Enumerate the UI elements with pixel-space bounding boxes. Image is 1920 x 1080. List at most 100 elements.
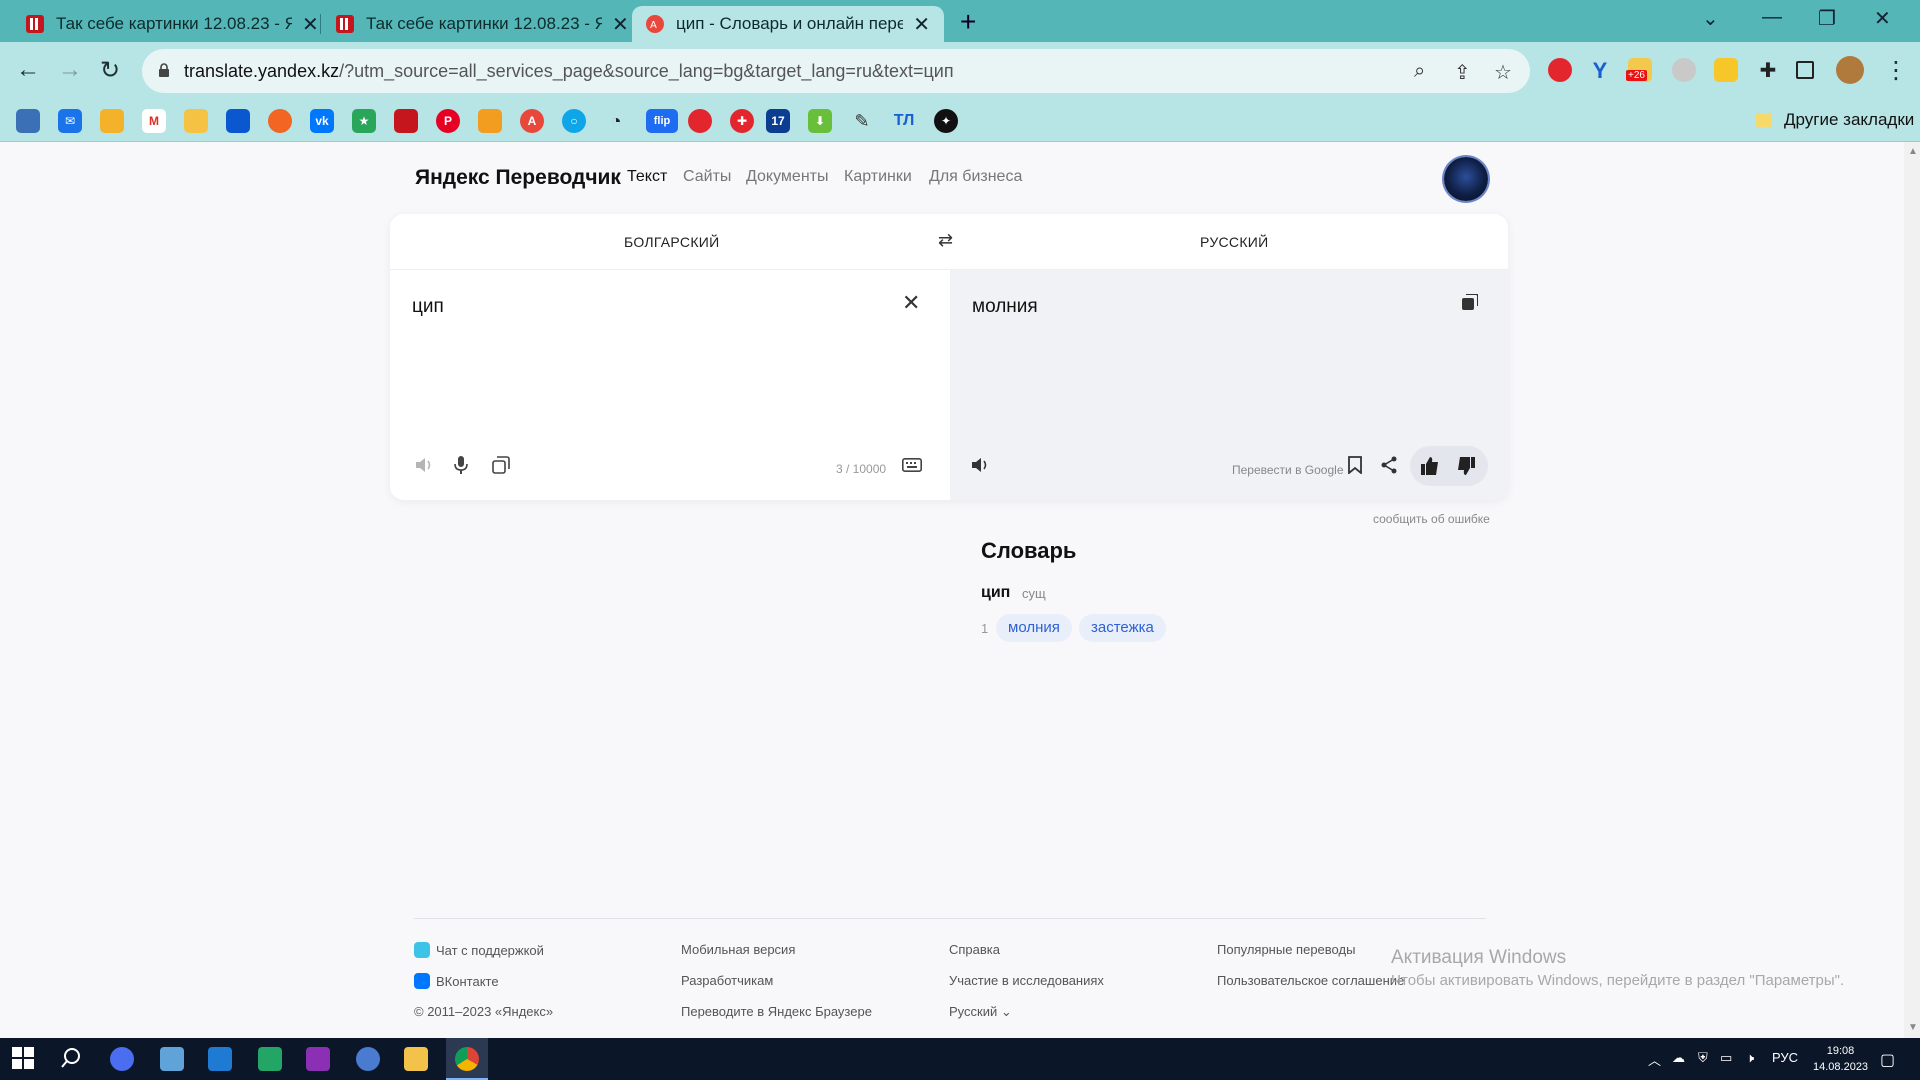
copy-source-icon[interactable] xyxy=(492,456,510,479)
bookmark-download-icon[interactable]: ⬇ xyxy=(808,109,832,133)
bookmark-envelope-icon[interactable] xyxy=(100,109,124,133)
close-tab-icon[interactable]: ✕ xyxy=(612,12,629,37)
browser-tab[interactable]: Так себе картинки 12.08.23 - ЯП ✕ xyxy=(310,6,643,42)
network-icon[interactable]: ▭ xyxy=(1720,1050,1732,1066)
search-icon[interactable] xyxy=(60,1047,84,1071)
popular-translations-link[interactable]: Популярные переводы xyxy=(1217,942,1355,957)
forward-icon[interactable]: → xyxy=(58,56,82,84)
bookmark-flip-icon[interactable]: flip xyxy=(646,109,678,133)
report-error-link[interactable]: сообщить об ошибке xyxy=(1373,512,1490,526)
bookmark-translate-icon[interactable]: A xyxy=(520,109,544,133)
bookmark-icon[interactable] xyxy=(1348,456,1362,479)
source-language-select[interactable]: БОЛГАРСКИЙ xyxy=(624,234,720,250)
bookmark-17-icon[interactable]: 17 xyxy=(766,109,790,133)
bookmark-star-app-icon[interactable]: ★ xyxy=(352,109,376,133)
profile-avatar[interactable] xyxy=(1836,56,1864,84)
weather-extension-icon[interactable]: +26 xyxy=(1626,58,1652,82)
developers-link[interactable]: Разработчикам xyxy=(681,973,773,988)
bookmark-tl-icon[interactable]: ТЛ xyxy=(892,109,916,133)
bookmark-vk-icon[interactable]: vk xyxy=(310,109,334,133)
extensions-puzzle-icon[interactable]: ✚ xyxy=(1756,58,1780,82)
target-language-select[interactable]: РУССКИЙ xyxy=(1200,234,1269,250)
scroll-down-icon[interactable]: ▼ xyxy=(1908,1022,1918,1033)
new-tab-button[interactable]: + xyxy=(960,6,976,38)
translate-in-google-link[interactable]: Перевести в Google xyxy=(1232,463,1344,477)
opera-extension-icon[interactable] xyxy=(1548,58,1572,82)
bookmark-plus-circle-icon[interactable]: ✚ xyxy=(730,109,754,133)
user-agreement-link[interactable]: Пользовательское соглашение xyxy=(1217,973,1404,988)
onedrive-icon[interactable]: ☁ xyxy=(1672,1050,1685,1066)
source-text-input[interactable]: цип xyxy=(412,296,444,318)
onenote-icon[interactable] xyxy=(306,1047,330,1071)
defender-icon[interactable]: ⛨ xyxy=(1698,1050,1708,1066)
browser-tab-active[interactable]: A цип - Словарь и онлайн перево ✕ xyxy=(632,6,944,42)
keyboard-icon[interactable] xyxy=(902,456,922,477)
browser-tab[interactable]: Так себе картинки 12.08.23 - ЯП ✕ xyxy=(0,6,333,42)
clear-text-icon[interactable]: ✕ xyxy=(902,290,920,316)
reload-icon[interactable]: ↻ xyxy=(100,56,120,85)
file-explorer-icon[interactable] xyxy=(404,1047,428,1071)
copy-translation-icon[interactable] xyxy=(1462,294,1478,310)
qbittorrent-icon[interactable] xyxy=(356,1047,380,1071)
share-translation-icon[interactable] xyxy=(1380,456,1398,479)
bookmark-hand-icon[interactable] xyxy=(184,109,208,133)
close-tab-icon[interactable]: ✕ xyxy=(913,12,930,37)
minimize-icon[interactable]: — xyxy=(1762,6,1782,29)
language-switcher[interactable]: Русский ⌄ xyxy=(949,1004,1012,1020)
bookmark-yandex-pictures-icon[interactable] xyxy=(394,109,418,133)
globe-extension-icon[interactable] xyxy=(1672,58,1696,82)
bookmark-star-icon[interactable]: ☆ xyxy=(1494,60,1512,85)
chrome-icon[interactable] xyxy=(455,1047,479,1071)
page-scrollbar[interactable]: ▲ ▼ xyxy=(1904,142,1920,1038)
nav-business[interactable]: Для бизнеса xyxy=(929,168,1022,186)
thumbs-up-icon[interactable] xyxy=(1420,456,1440,481)
system-clock[interactable]: 19:08 14.08.2023 xyxy=(1813,1043,1868,1075)
user-avatar[interactable] xyxy=(1444,157,1488,201)
volume-icon[interactable]: 🕨 xyxy=(1746,1050,1754,1066)
vk-link[interactable]: ВКонтакте xyxy=(414,973,499,989)
bookmark-red-circle-icon[interactable] xyxy=(688,109,712,133)
mobile-version-link[interactable]: Мобильная версия xyxy=(681,942,795,957)
side-panel-icon[interactable] xyxy=(1796,61,1814,79)
restore-icon[interactable]: ❐ xyxy=(1818,6,1836,31)
media-player-icon[interactable] xyxy=(110,1047,134,1071)
listen-translation-icon[interactable] xyxy=(970,456,990,479)
bookmark-pinterest-icon[interactable]: P xyxy=(436,109,460,133)
bookmark-compass-icon[interactable]: ✦ xyxy=(934,109,958,133)
bookmark-music-icon[interactable] xyxy=(268,109,292,133)
input-language[interactable]: РУС xyxy=(1772,1050,1798,1065)
google-drive-icon[interactable] xyxy=(258,1047,282,1071)
thumbs-down-icon[interactable] xyxy=(1456,456,1476,481)
bookmark-speedometer-icon[interactable]: ◔ xyxy=(604,109,628,133)
bookmark-mail-icon[interactable]: ✉ xyxy=(58,109,82,133)
share-icon[interactable]: ⇪ xyxy=(1454,60,1471,85)
research-link[interactable]: Участие в исследованиях xyxy=(949,973,1104,988)
tray-chevron-up-icon[interactable]: ︿ xyxy=(1648,1050,1661,1069)
nav-images[interactable]: Картинки xyxy=(844,168,912,186)
translation-chip[interactable]: застежка xyxy=(1079,614,1166,642)
nav-documents[interactable]: Документы xyxy=(746,168,828,186)
notifications-icon[interactable]: ▢ xyxy=(1880,1050,1895,1070)
help-link[interactable]: Справка xyxy=(949,942,1000,957)
bookmark-cloud-icon[interactable] xyxy=(226,109,250,133)
bookmark-gmail-icon[interactable]: M xyxy=(142,109,166,133)
close-window-icon[interactable]: ✕ xyxy=(1874,6,1891,31)
bookmark-screen-icon[interactable] xyxy=(16,109,40,133)
calculator-icon[interactable] xyxy=(160,1047,184,1071)
windows-start-icon[interactable] xyxy=(12,1047,36,1071)
vpn-extension-icon[interactable]: Y xyxy=(1588,58,1612,83)
swap-languages-icon[interactable]: ⇄ xyxy=(938,230,953,251)
yandex-browser-link[interactable]: Переводите в Яндекс Браузере xyxy=(681,1004,872,1019)
brand-logo[interactable]: Яндекс Переводчик xyxy=(415,166,621,190)
listen-source-icon[interactable] xyxy=(414,456,434,479)
zoom-search-icon[interactable]: ⌕ xyxy=(1414,60,1425,83)
menu-kebab-icon[interactable]: ⋮ xyxy=(1884,56,1908,85)
translation-chip[interactable]: молния xyxy=(996,614,1072,642)
store-icon[interactable] xyxy=(208,1047,232,1071)
tab-search-chevron-icon[interactable]: ⌄ xyxy=(1702,6,1719,31)
bookmark-tool-icon[interactable]: ✎ xyxy=(850,109,874,133)
microphone-icon[interactable] xyxy=(454,456,468,479)
address-bar[interactable]: translate.yandex.kz/?utm_source=all_serv… xyxy=(142,49,1530,93)
bookmark-ring-icon[interactable]: ○ xyxy=(562,109,586,133)
notes-extension-icon[interactable] xyxy=(1714,58,1738,82)
